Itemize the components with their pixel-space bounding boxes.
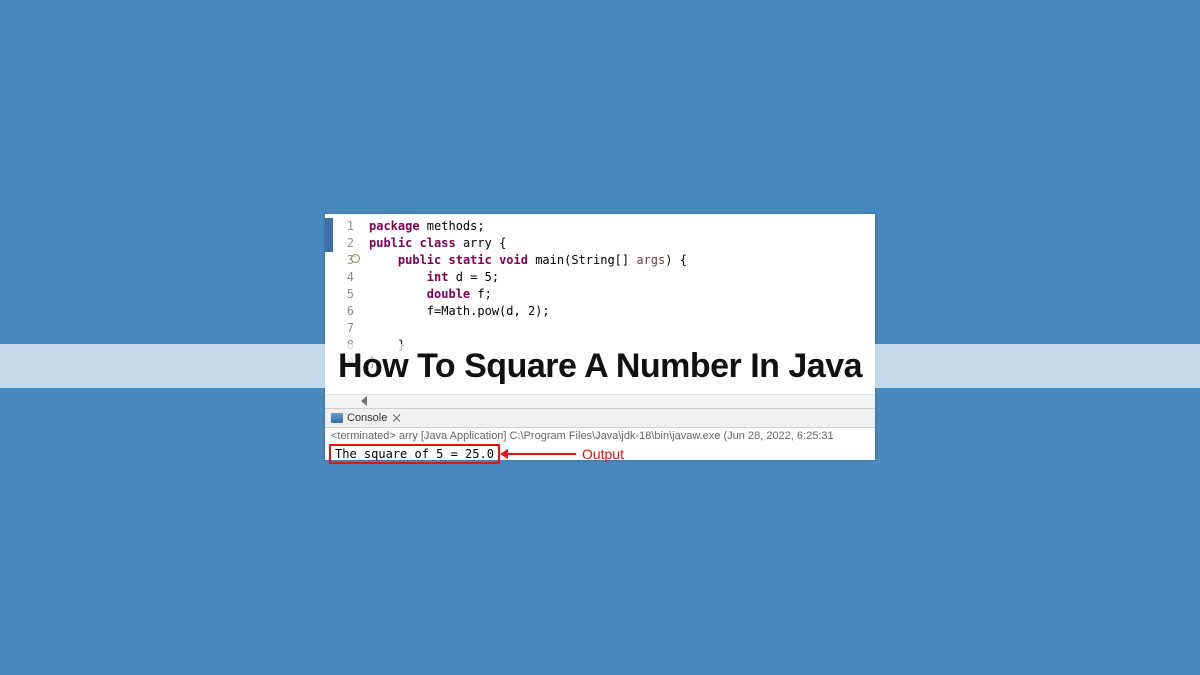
scroll-left-icon[interactable] [361, 396, 367, 406]
ide-panel: 1 2 3 4 5 6 7 8 9 package methods; publi… [325, 214, 875, 460]
console-process-info: <terminated> arry [Java Application] C:\… [325, 428, 875, 444]
line-number: 4 [325, 269, 362, 286]
arg: args [636, 253, 665, 267]
keyword: void [492, 253, 528, 267]
code: f=Math.pow(d, 2); [369, 304, 550, 318]
code [369, 253, 398, 267]
line-number: 7 [325, 320, 362, 337]
console-tab-bar: Console [325, 408, 875, 428]
keyword: public [369, 236, 412, 250]
code: ) { [665, 253, 687, 267]
keyword: package [369, 219, 420, 233]
gutter-change-marker [325, 218, 333, 252]
page-title: How To Square A Number In Java [338, 347, 862, 386]
annotation-label: Output [582, 446, 624, 462]
code: arry { [456, 236, 507, 250]
line-number: 6 [325, 303, 362, 320]
keyword: class [412, 236, 455, 250]
console-output-row: The square of 5 = 25.0 Output [325, 444, 875, 468]
code [369, 270, 427, 284]
keyword: public [398, 253, 441, 267]
close-icon[interactable] [391, 412, 403, 424]
console-tab-label[interactable]: Console [347, 412, 387, 424]
line-number: 5 [325, 286, 362, 303]
console-icon [331, 413, 343, 423]
code [369, 287, 427, 301]
code: methods; [420, 219, 485, 233]
code: d = 5; [448, 270, 499, 284]
title-overlay: How To Square A Number In Java [0, 344, 1200, 388]
method-fold-icon[interactable] [351, 254, 360, 263]
keyword: static [441, 253, 492, 267]
console-output-text: The square of 5 = 25.0 [329, 444, 500, 464]
horizontal-scrollbar[interactable] [325, 394, 875, 408]
code: main(String[] [528, 253, 636, 267]
keyword: double [427, 287, 470, 301]
keyword: int [427, 270, 449, 284]
code: f; [470, 287, 492, 301]
annotation-arrow-icon [506, 453, 576, 455]
